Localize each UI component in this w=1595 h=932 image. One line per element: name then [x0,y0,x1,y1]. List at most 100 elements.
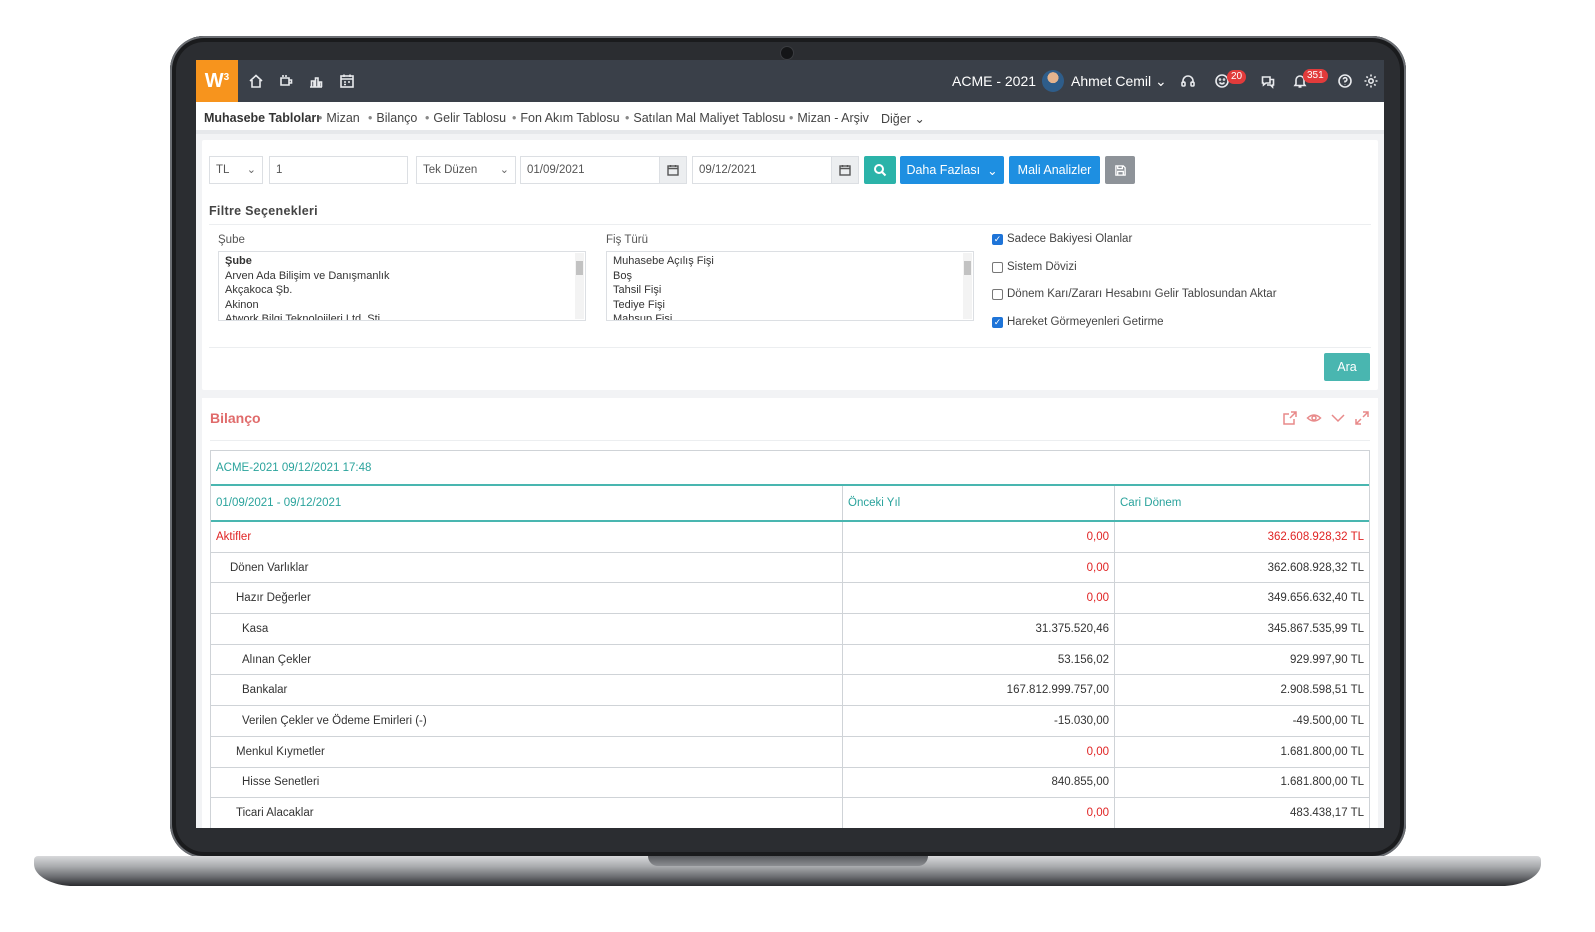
more-button[interactable]: Daha Fazlası ⌄ [900,156,1004,184]
table-row[interactable]: Hazır Değerler 0,00 349.656.632,40 TL [211,583,1369,615]
chevron-down-icon: ⌄ [1155,73,1167,89]
col-period[interactable]: 01/09/2021 - 09/12/2021 [211,486,843,520]
expand-icon[interactable] [1354,410,1370,426]
user-menu[interactable]: Ahmet Cemil ⌄ [1071,73,1167,90]
table-header: 01/09/2021 - 09/12/2021 Önceki Yıl Cari … [211,486,1369,522]
only-balance-checkbox[interactable]: ✓ Sadece Bakiyesi Olanlar [992,233,1132,245]
col-previous-year[interactable]: Önceki Yıl [843,486,1115,520]
checkmark-icon: ✓ [992,316,1003,328]
help-icon[interactable] [1337,73,1353,89]
list-item[interactable]: Akinon [225,298,579,313]
scrollbar[interactable] [575,253,584,319]
start-date-calendar-icon[interactable] [659,156,687,184]
chevron-down-icon: ⌄ [499,164,509,176]
current-period-value: -49.500,00 TL [1292,714,1364,727]
list-item[interactable]: Tahsil Fişi [613,283,967,298]
chart-icon[interactable] [308,73,324,89]
search-button[interactable] [864,156,896,184]
sub-menu: Muhasebe Tabloları • Mizan • Bilanço • Geli… [196,102,1384,134]
start-date-input[interactable]: 01/09/2021 [520,156,660,184]
top-bar: W3 ACME - 2021 Ahmet Cemil ⌄ 20 351 [196,60,1384,102]
gear-icon[interactable] [1363,73,1379,89]
search-icon [874,164,887,177]
coffee-icon[interactable] [278,73,294,89]
level-input[interactable]: 1 [269,156,408,184]
hide-unmoved-checkbox[interactable]: ✓ Hareket Görmeyenleri Getirme [992,316,1164,328]
list-item[interactable]: Şube [225,254,579,269]
export-icon[interactable] [1282,410,1298,426]
smile-badge: 20 [1227,70,1247,84]
avatar[interactable] [1042,70,1064,92]
home-icon[interactable] [248,73,264,89]
previous-year-value: -15.030,00 [843,706,1115,736]
currency-select[interactable]: TL ⌄ [209,156,263,184]
table-row[interactable]: Aktifler 0,00 362.608.928,32 TL [211,522,1369,553]
menu-fon-akim-tablosu[interactable]: • Fon Akım Tablosu [512,111,620,125]
plan-select[interactable]: Tek Düzen ⌄ [416,156,516,184]
voucher-type-label: Fiş Türü [606,234,648,246]
current-period-value: 345.867.535,99 TL [1267,622,1364,635]
table-row[interactable]: Dönen Varlıklar 0,00 362.608.928,32 TL [211,552,1369,584]
list-item[interactable]: Akçakoca Şb. [225,283,579,298]
menu-diger[interactable]: Diğer ⌄ [881,111,925,126]
menu-mizan-arsiv[interactable]: • Mizan - Arşiv [789,111,869,125]
camera-icon [780,46,794,60]
previous-year-value: 0,00 [843,583,1115,614]
chevron-down-icon: ⌄ [914,112,925,126]
list-item[interactable]: Arven Ada Bilişim ve Danışmanlık [225,269,579,284]
branch-listbox[interactable]: Şube Arven Ada Bilişim ve Danışmanlık Ak… [218,251,586,321]
headset-icon[interactable] [1180,73,1196,89]
end-date-input[interactable]: 09/12/2021 [692,156,832,184]
checkmark-icon: ✓ [992,233,1003,245]
calendar-icon[interactable] [339,73,355,89]
voucher-type-listbox[interactable]: Muhasebe Açılış Fişi Boş Tahsil Fişi Ted… [606,251,974,321]
bell-badge: 351 [1303,69,1328,83]
system-currency-checkbox[interactable]: Sistem Dövizi [992,261,1077,273]
account-name: Aktifler [211,522,843,552]
account-name: Bankalar [211,675,843,706]
laptop-notch [648,856,928,866]
table-row[interactable]: Hisse Senetleri 840.855,00 1.681.800,00 TL [211,767,1369,799]
account-name: Alınan Çekler [211,644,843,675]
menu-mizan[interactable]: • Mizan [318,111,360,125]
table-row[interactable]: Menkul Kıymetler 0,00 1.681.800,00 TL [211,736,1369,768]
col-current-period[interactable]: Cari Dönem [1115,486,1369,520]
table-row[interactable]: Verilen Çekler ve Ödeme Emirleri (-) -15.… [211,706,1369,737]
balance-table: ACME-2021 09/12/2021 17:48 01/09/2021 - … [210,450,1370,828]
screen: W3 ACME - 2021 Ahmet Cemil ⌄ 20 351 Muha… [196,60,1384,828]
previous-year-value: 0,00 [843,552,1115,583]
menu-gelir-tablosu[interactable]: • Gelir Tablosu [425,111,506,125]
previous-year-value: 31.375.520,46 [843,614,1115,644]
list-item[interactable]: Tediye Fişi [613,298,967,313]
chevron-down-icon[interactable] [1330,410,1346,426]
menu-muhasebe-tablolari[interactable]: Muhasebe Tabloları [204,111,320,125]
list-item[interactable]: Mahsup Fişi [613,312,967,320]
list-item[interactable]: Muhasebe Açılış Fişi [613,254,967,269]
menu-bilanco[interactable]: • Bilanço [368,111,417,125]
account-name: Ticari Alacaklar [211,798,843,828]
app-logo[interactable]: W3 [196,60,238,102]
current-period-value: 349.656.632,40 TL [1267,592,1364,605]
financial-analysis-button[interactable]: Mali Analizler [1009,156,1100,184]
filter-panel: TL ⌄ 1 Tek Düzen ⌄ 01/09/2021 09/12/2021 D… [202,140,1378,390]
transfer-profit-checkbox[interactable]: Dönem Karı/Zararı Hesabını Gelir Tablosu… [992,288,1277,300]
divider [209,347,1371,348]
run-search-button[interactable]: Ara [1324,353,1370,381]
end-date-calendar-icon[interactable] [831,156,859,184]
eye-icon[interactable] [1306,410,1322,426]
checkbox-icon [992,261,1003,273]
menu-satilan-mal-maliyet[interactable]: • Satılan Mal Maliyet Tablosu [625,111,785,125]
chat-icon[interactable] [1260,73,1276,89]
chevron-down-icon: ⌄ [246,164,256,176]
list-item[interactable]: Boş [613,269,967,284]
floppy-icon [1114,164,1126,176]
table-row[interactable]: Ticari Alacaklar 0,00 483.438,17 TL [211,798,1369,828]
scrollbar[interactable] [963,253,972,319]
list-item[interactable]: Atwork Bilgi Teknolojileri Ltd. Şti. [225,312,579,320]
table-row[interactable]: Alınan Çekler 53.156,02 929.997,90 TL [211,644,1369,676]
table-row[interactable]: Kasa 31.375.520,46 345.867.535,99 TL [211,614,1369,645]
branch-label: Şube [218,234,245,246]
company-selector[interactable]: ACME - 2021 [952,73,1036,89]
table-row[interactable]: Bankalar 167.812.999.757,00 2.908.598,51 T… [211,675,1369,707]
save-button[interactable] [1105,156,1135,184]
